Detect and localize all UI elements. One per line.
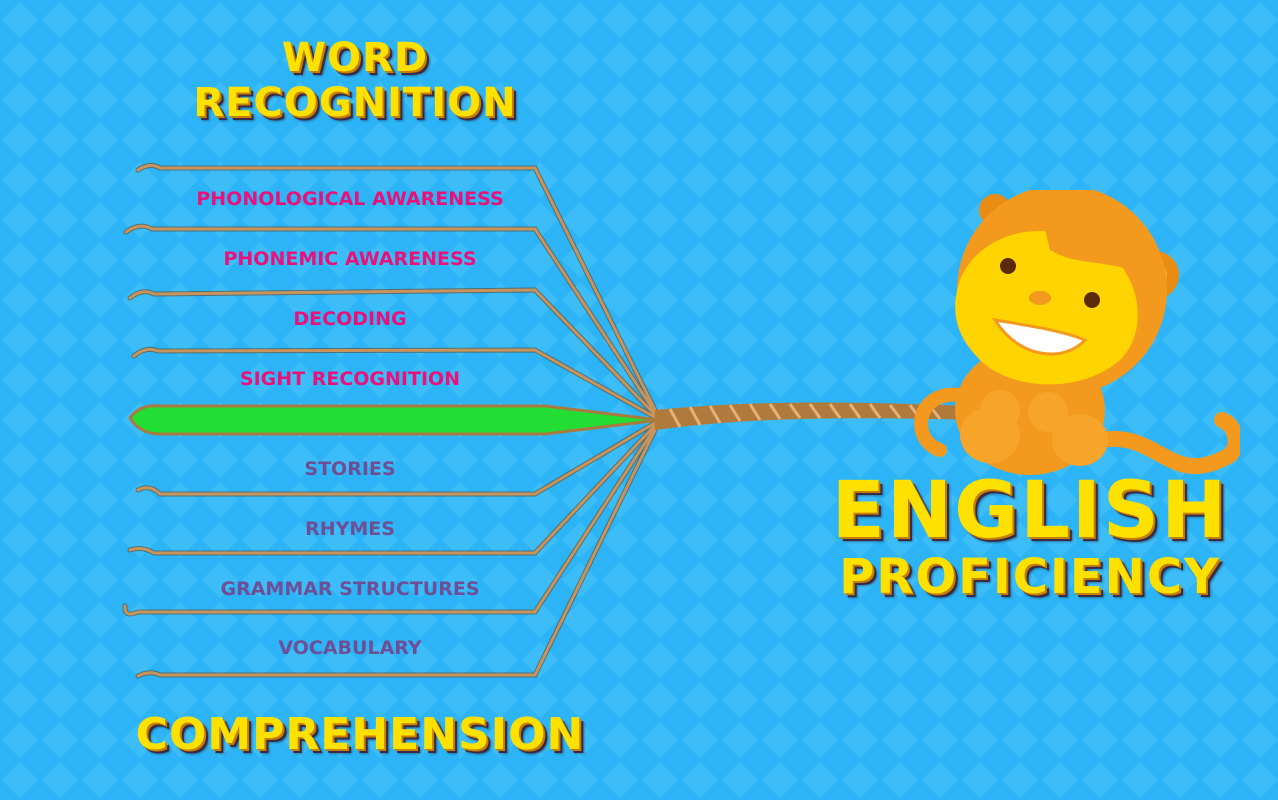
comprehension-title: COMPREHENSION [135,709,585,760]
reading-rope-diagram: WORD RECOGNITION PHONOLOGICAL AWARENESS … [0,0,1278,800]
strand-label-vocabulary: VOCABULARY [278,637,422,659]
strand-label-phonological-awareness: PHONOLOGICAL AWARENESS [196,188,504,210]
strand-label-phonemic-awareness: PHONEMIC AWARENESS [223,248,477,270]
monkey-mascot-icon [914,190,1240,475]
strand-label-stories: STORIES [304,458,396,480]
english-title: ENGLISH [831,466,1229,556]
proficiency-title: PROFICIENCY [839,549,1221,605]
strand-label-grammar-structures: GRAMMAR STRUCTURES [220,578,480,600]
strand-label-sight-recognition: SIGHT RECOGNITION [239,368,461,390]
strand-label-decoding: DECODING [293,308,407,330]
strand-label-rhymes: RHYMES [305,518,395,540]
word-recognition-title: WORD RECOGNITION [193,35,517,126]
